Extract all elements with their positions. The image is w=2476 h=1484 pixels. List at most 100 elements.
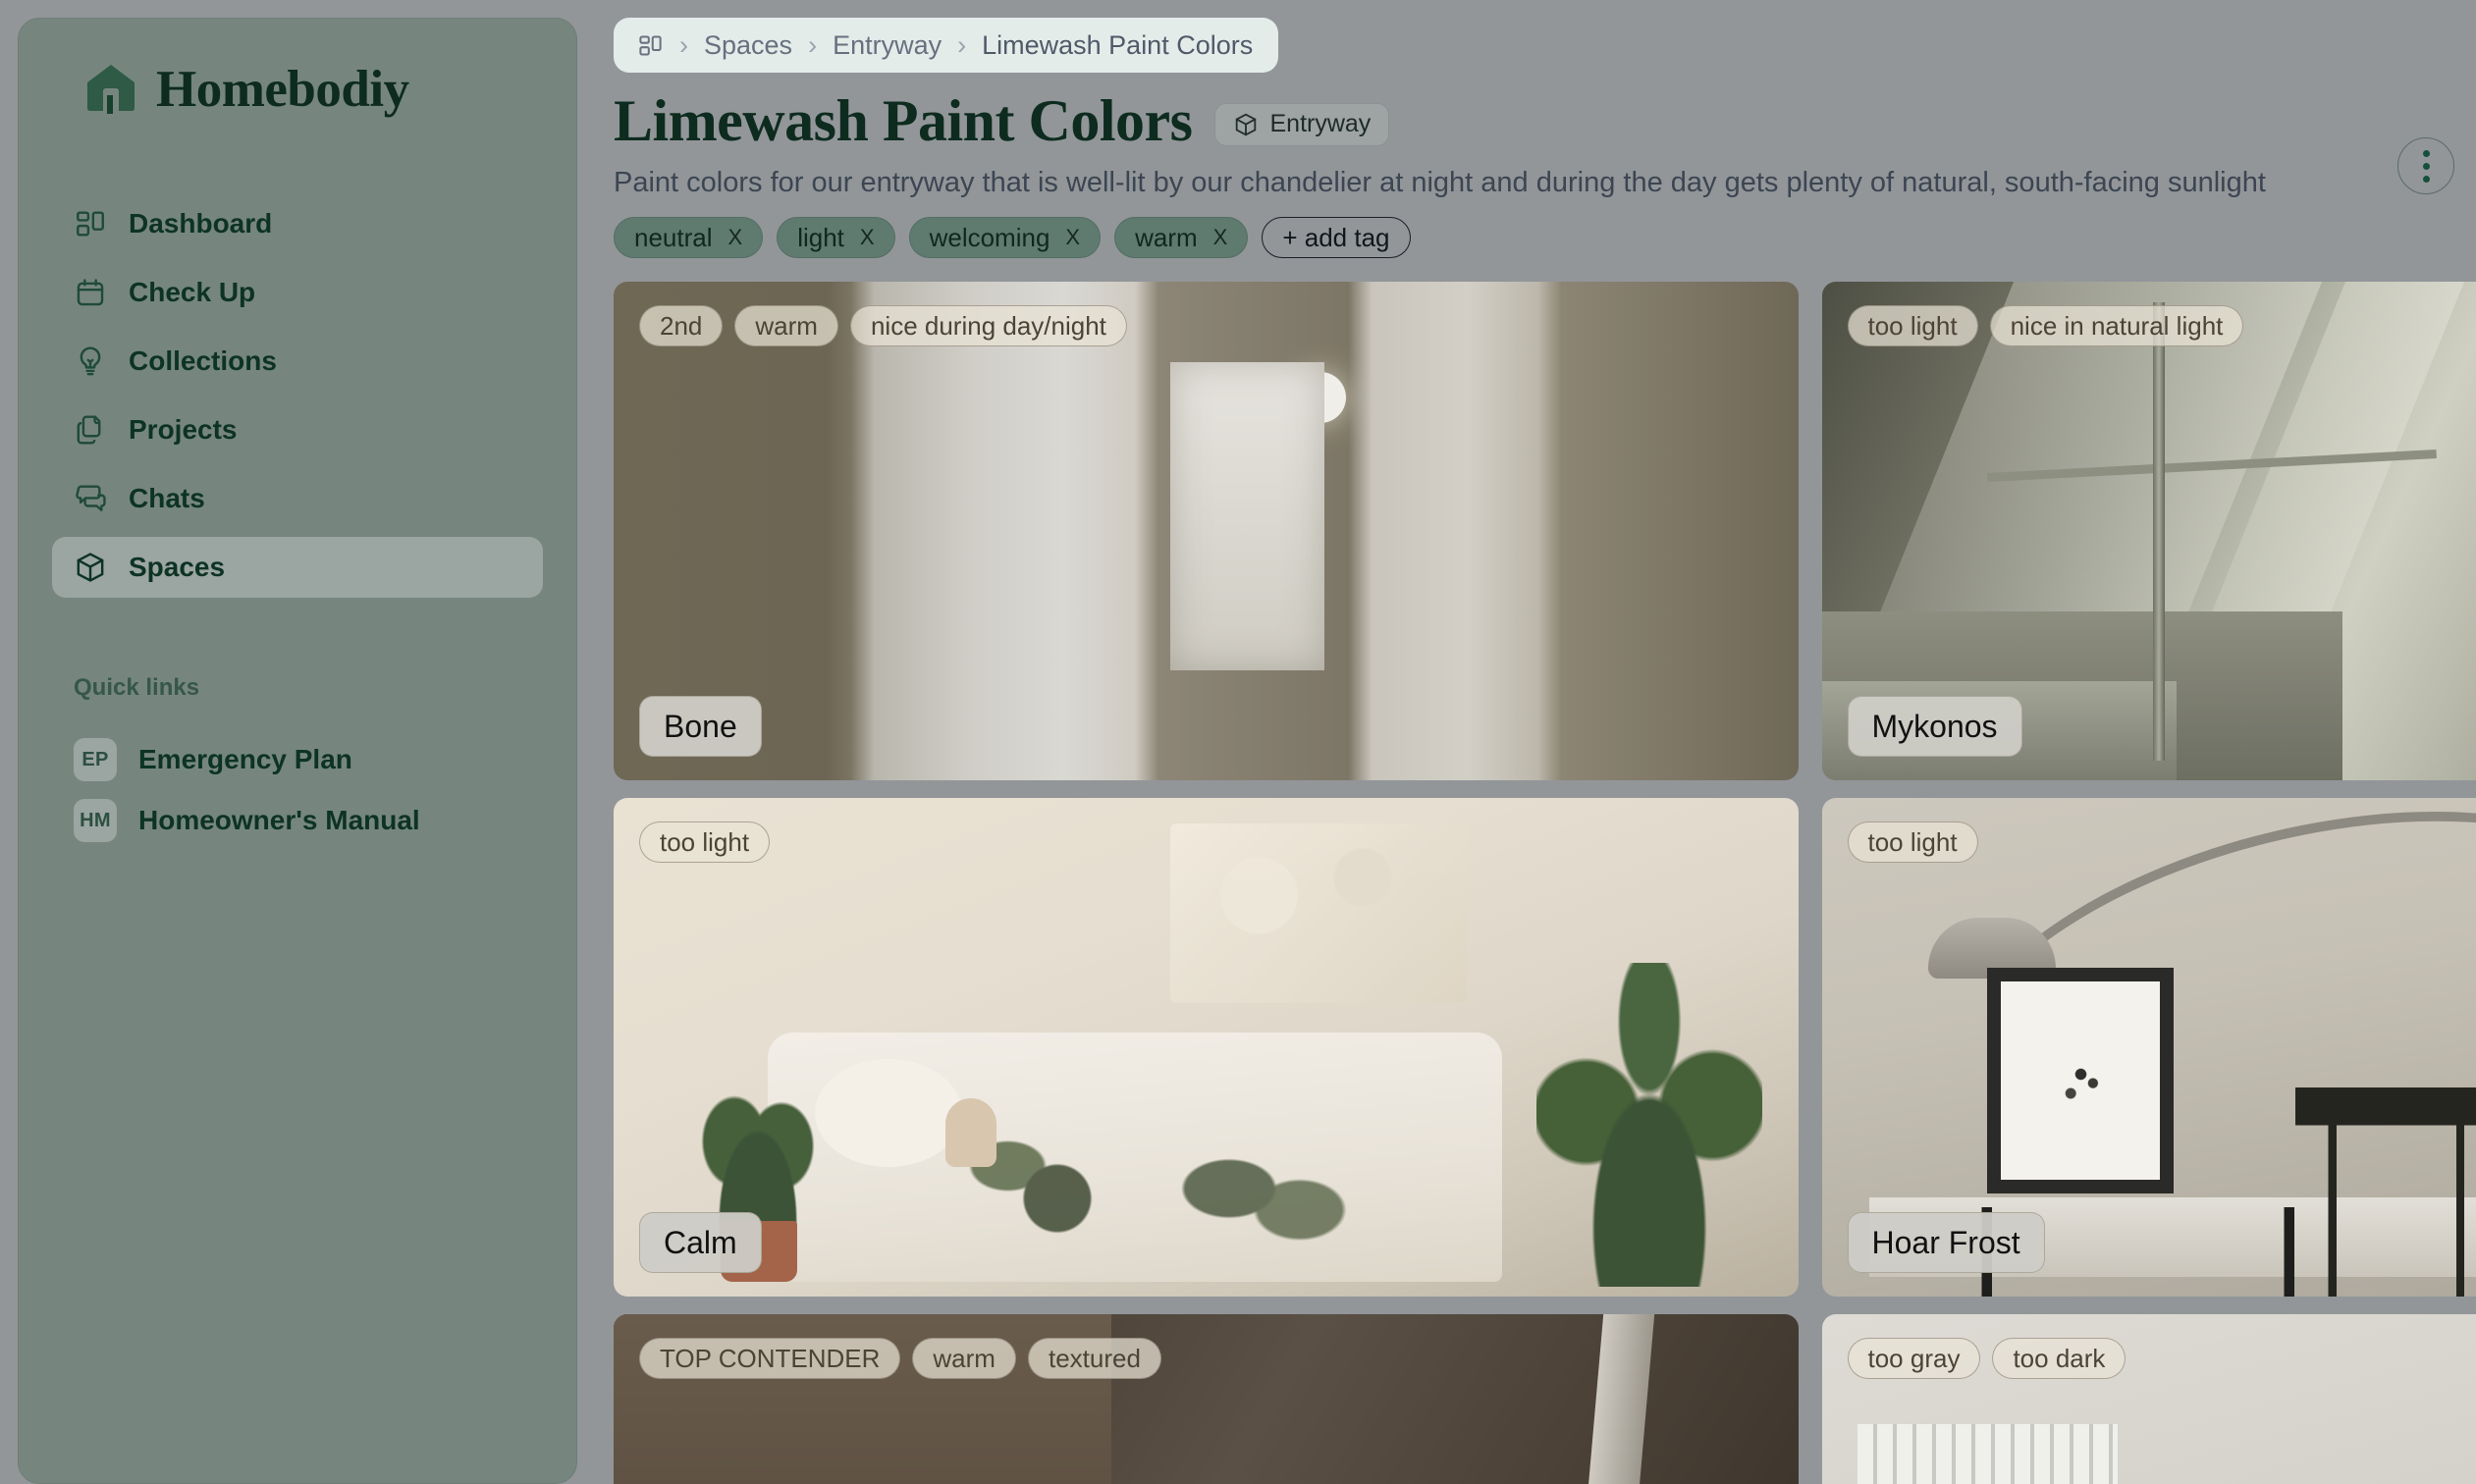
main-content: › Spaces › Entryway › Limewash Paint Col… bbox=[577, 18, 2476, 1484]
floral-pattern-decor bbox=[1134, 1099, 1371, 1277]
framed-art-inner-decor bbox=[2029, 1017, 2132, 1144]
paint-card-top-contender[interactable]: TOP CONTENDER warm textured bbox=[614, 1314, 1799, 1484]
card-tag-list: TOP CONTENDER warm textured bbox=[639, 1338, 1161, 1380]
sidebar-item-label: Chats bbox=[129, 483, 205, 513]
pillow-decor bbox=[815, 1059, 963, 1168]
paint-color-grid: 2nd warm nice during day/night Bone too … bbox=[614, 282, 2476, 1484]
card-photo bbox=[614, 282, 1799, 781]
tag-label: welcoming bbox=[929, 223, 1050, 253]
more-options-button[interactable] bbox=[2397, 137, 2454, 194]
chair-decor bbox=[2295, 1086, 2476, 1298]
tag-list: neutral X light X welcoming X warm X + a… bbox=[614, 217, 2476, 259]
title-row: Limewash Paint Colors Entryway bbox=[614, 90, 2476, 152]
breadcrumb-item-entryway[interactable]: Entryway bbox=[833, 31, 942, 59]
sidebar-item-dashboard[interactable]: Dashboard bbox=[52, 193, 543, 254]
card-tag[interactable]: too light bbox=[1847, 305, 1978, 347]
chevron-right-icon: › bbox=[808, 29, 818, 60]
card-tag-list: too gray too dark bbox=[1847, 1338, 2126, 1380]
scaffold-pole-decor bbox=[2153, 301, 2166, 761]
highlight-decor bbox=[1559, 1314, 1654, 1484]
paint-card-hoar-frost[interactable]: too light Hoar Frost bbox=[1821, 798, 2476, 1298]
quick-link-label: Homeowner's Manual bbox=[138, 805, 420, 835]
kebab-dot bbox=[2422, 149, 2430, 157]
breadcrumb-item-current[interactable]: Limewash Paint Colors bbox=[982, 31, 1253, 59]
add-tag-button[interactable]: + add tag bbox=[1262, 217, 1411, 259]
cube-icon bbox=[74, 551, 107, 584]
card-tag-list: too light bbox=[1847, 822, 1978, 864]
remove-tag-icon[interactable]: X bbox=[728, 227, 743, 248]
sidebar-item-collections[interactable]: Collections bbox=[52, 331, 543, 392]
window-decor bbox=[1857, 1424, 2119, 1484]
calendar-icon bbox=[74, 276, 107, 309]
paint-card-mykonos[interactable]: too light nice in natural light Mykonos bbox=[1821, 282, 2476, 781]
kebab-dot bbox=[2422, 162, 2430, 170]
brand-name: Homebodiy bbox=[156, 60, 409, 118]
sidebar-item-spaces[interactable]: Spaces bbox=[52, 537, 543, 598]
card-tag[interactable]: too light bbox=[639, 822, 771, 864]
sidebar: Homebodiy Dashboard Check Up Collections… bbox=[18, 18, 577, 1484]
quick-link-avatar: HM bbox=[74, 799, 117, 842]
dashboard-icon bbox=[74, 207, 107, 240]
breadcrumb: › Spaces › Entryway › Limewash Paint Col… bbox=[614, 18, 1279, 73]
chevron-right-icon: › bbox=[957, 29, 967, 60]
chat-bubbles-icon bbox=[74, 482, 107, 515]
space-badge[interactable]: Entryway bbox=[1213, 102, 1390, 146]
wall-art-decor bbox=[1170, 822, 1467, 1003]
tag-warm[interactable]: warm X bbox=[1114, 217, 1249, 259]
card-tag[interactable]: too gray bbox=[1847, 1338, 1981, 1380]
paint-card-calm[interactable]: too light Calm bbox=[614, 798, 1799, 1298]
tag-welcoming[interactable]: welcoming X bbox=[908, 217, 1102, 259]
card-tag[interactable]: textured bbox=[1027, 1338, 1161, 1380]
breadcrumb-item-spaces[interactable]: Spaces bbox=[704, 31, 792, 59]
card-tag[interactable]: 2nd bbox=[639, 305, 724, 347]
card-tag[interactable]: nice in natural light bbox=[1989, 305, 2244, 347]
app-root: Homebodiy Dashboard Check Up Collections… bbox=[0, 0, 2476, 1484]
tag-neutral[interactable]: neutral X bbox=[614, 217, 764, 259]
sidebar-item-label: Spaces bbox=[129, 552, 226, 582]
plant-decor bbox=[1536, 963, 1763, 1288]
quick-link-avatar: EP bbox=[74, 738, 117, 781]
card-tag[interactable]: warm bbox=[912, 1338, 1016, 1380]
card-name-label: Calm bbox=[639, 1212, 762, 1274]
remove-tag-icon[interactable]: X bbox=[1213, 227, 1228, 248]
card-tag[interactable]: too dark bbox=[1992, 1338, 2126, 1380]
card-tag[interactable]: TOP CONTENDER bbox=[639, 1338, 901, 1380]
card-tag-list: 2nd warm nice during day/night bbox=[639, 305, 1127, 347]
card-tag[interactable]: warm bbox=[734, 305, 838, 347]
card-name-label: Hoar Frost bbox=[1847, 1212, 2045, 1274]
page-description: Paint colors for our entryway that is we… bbox=[614, 167, 2266, 198]
card-tag[interactable]: too light bbox=[1847, 822, 1978, 864]
dashboard-icon[interactable] bbox=[637, 32, 664, 59]
paint-card-too-gray[interactable]: too gray too dark bbox=[1821, 1314, 2476, 1484]
sidebar-item-label: Collections bbox=[129, 345, 277, 376]
card-tag-list: too light nice in natural light bbox=[1847, 305, 2244, 347]
space-badge-label: Entryway bbox=[1269, 110, 1372, 137]
lightbulb-icon bbox=[74, 344, 107, 378]
quick-link-homeowners-manual[interactable]: HM Homeowner's Manual bbox=[52, 790, 543, 851]
sidebar-item-label: Projects bbox=[129, 414, 238, 445]
chevron-right-icon: › bbox=[679, 29, 688, 60]
framed-art-decor bbox=[1987, 967, 2175, 1193]
remove-tag-icon[interactable]: X bbox=[860, 227, 875, 248]
documents-icon bbox=[74, 413, 107, 447]
sidebar-item-check-up[interactable]: Check Up bbox=[52, 262, 543, 323]
quick-link-emergency-plan[interactable]: EP Emergency Plan bbox=[52, 729, 543, 790]
sidebar-item-label: Check Up bbox=[129, 277, 256, 307]
tag-light[interactable]: light X bbox=[777, 217, 895, 259]
card-tag[interactable]: nice during day/night bbox=[849, 305, 1127, 347]
sidebar-item-chats[interactable]: Chats bbox=[52, 468, 543, 529]
card-name-label: Bone bbox=[639, 696, 762, 758]
house-logo-icon bbox=[83, 62, 138, 117]
vase-decor bbox=[944, 1098, 996, 1168]
brand[interactable]: Homebodiy bbox=[52, 62, 543, 117]
card-photo bbox=[614, 798, 1799, 1298]
sidebar-nav: Dashboard Check Up Collections Projects … bbox=[52, 193, 543, 598]
quick-links-heading: Quick links bbox=[74, 674, 200, 701]
remove-tag-icon[interactable]: X bbox=[1065, 227, 1080, 248]
sidebar-item-projects[interactable]: Projects bbox=[52, 399, 543, 460]
paint-card-bone[interactable]: 2nd warm nice during day/night Bone bbox=[614, 282, 1799, 781]
cube-icon bbox=[1233, 112, 1259, 137]
tag-label: light bbox=[797, 223, 844, 253]
pendant-light-decor bbox=[1294, 371, 1346, 423]
tag-label: neutral bbox=[634, 223, 713, 253]
